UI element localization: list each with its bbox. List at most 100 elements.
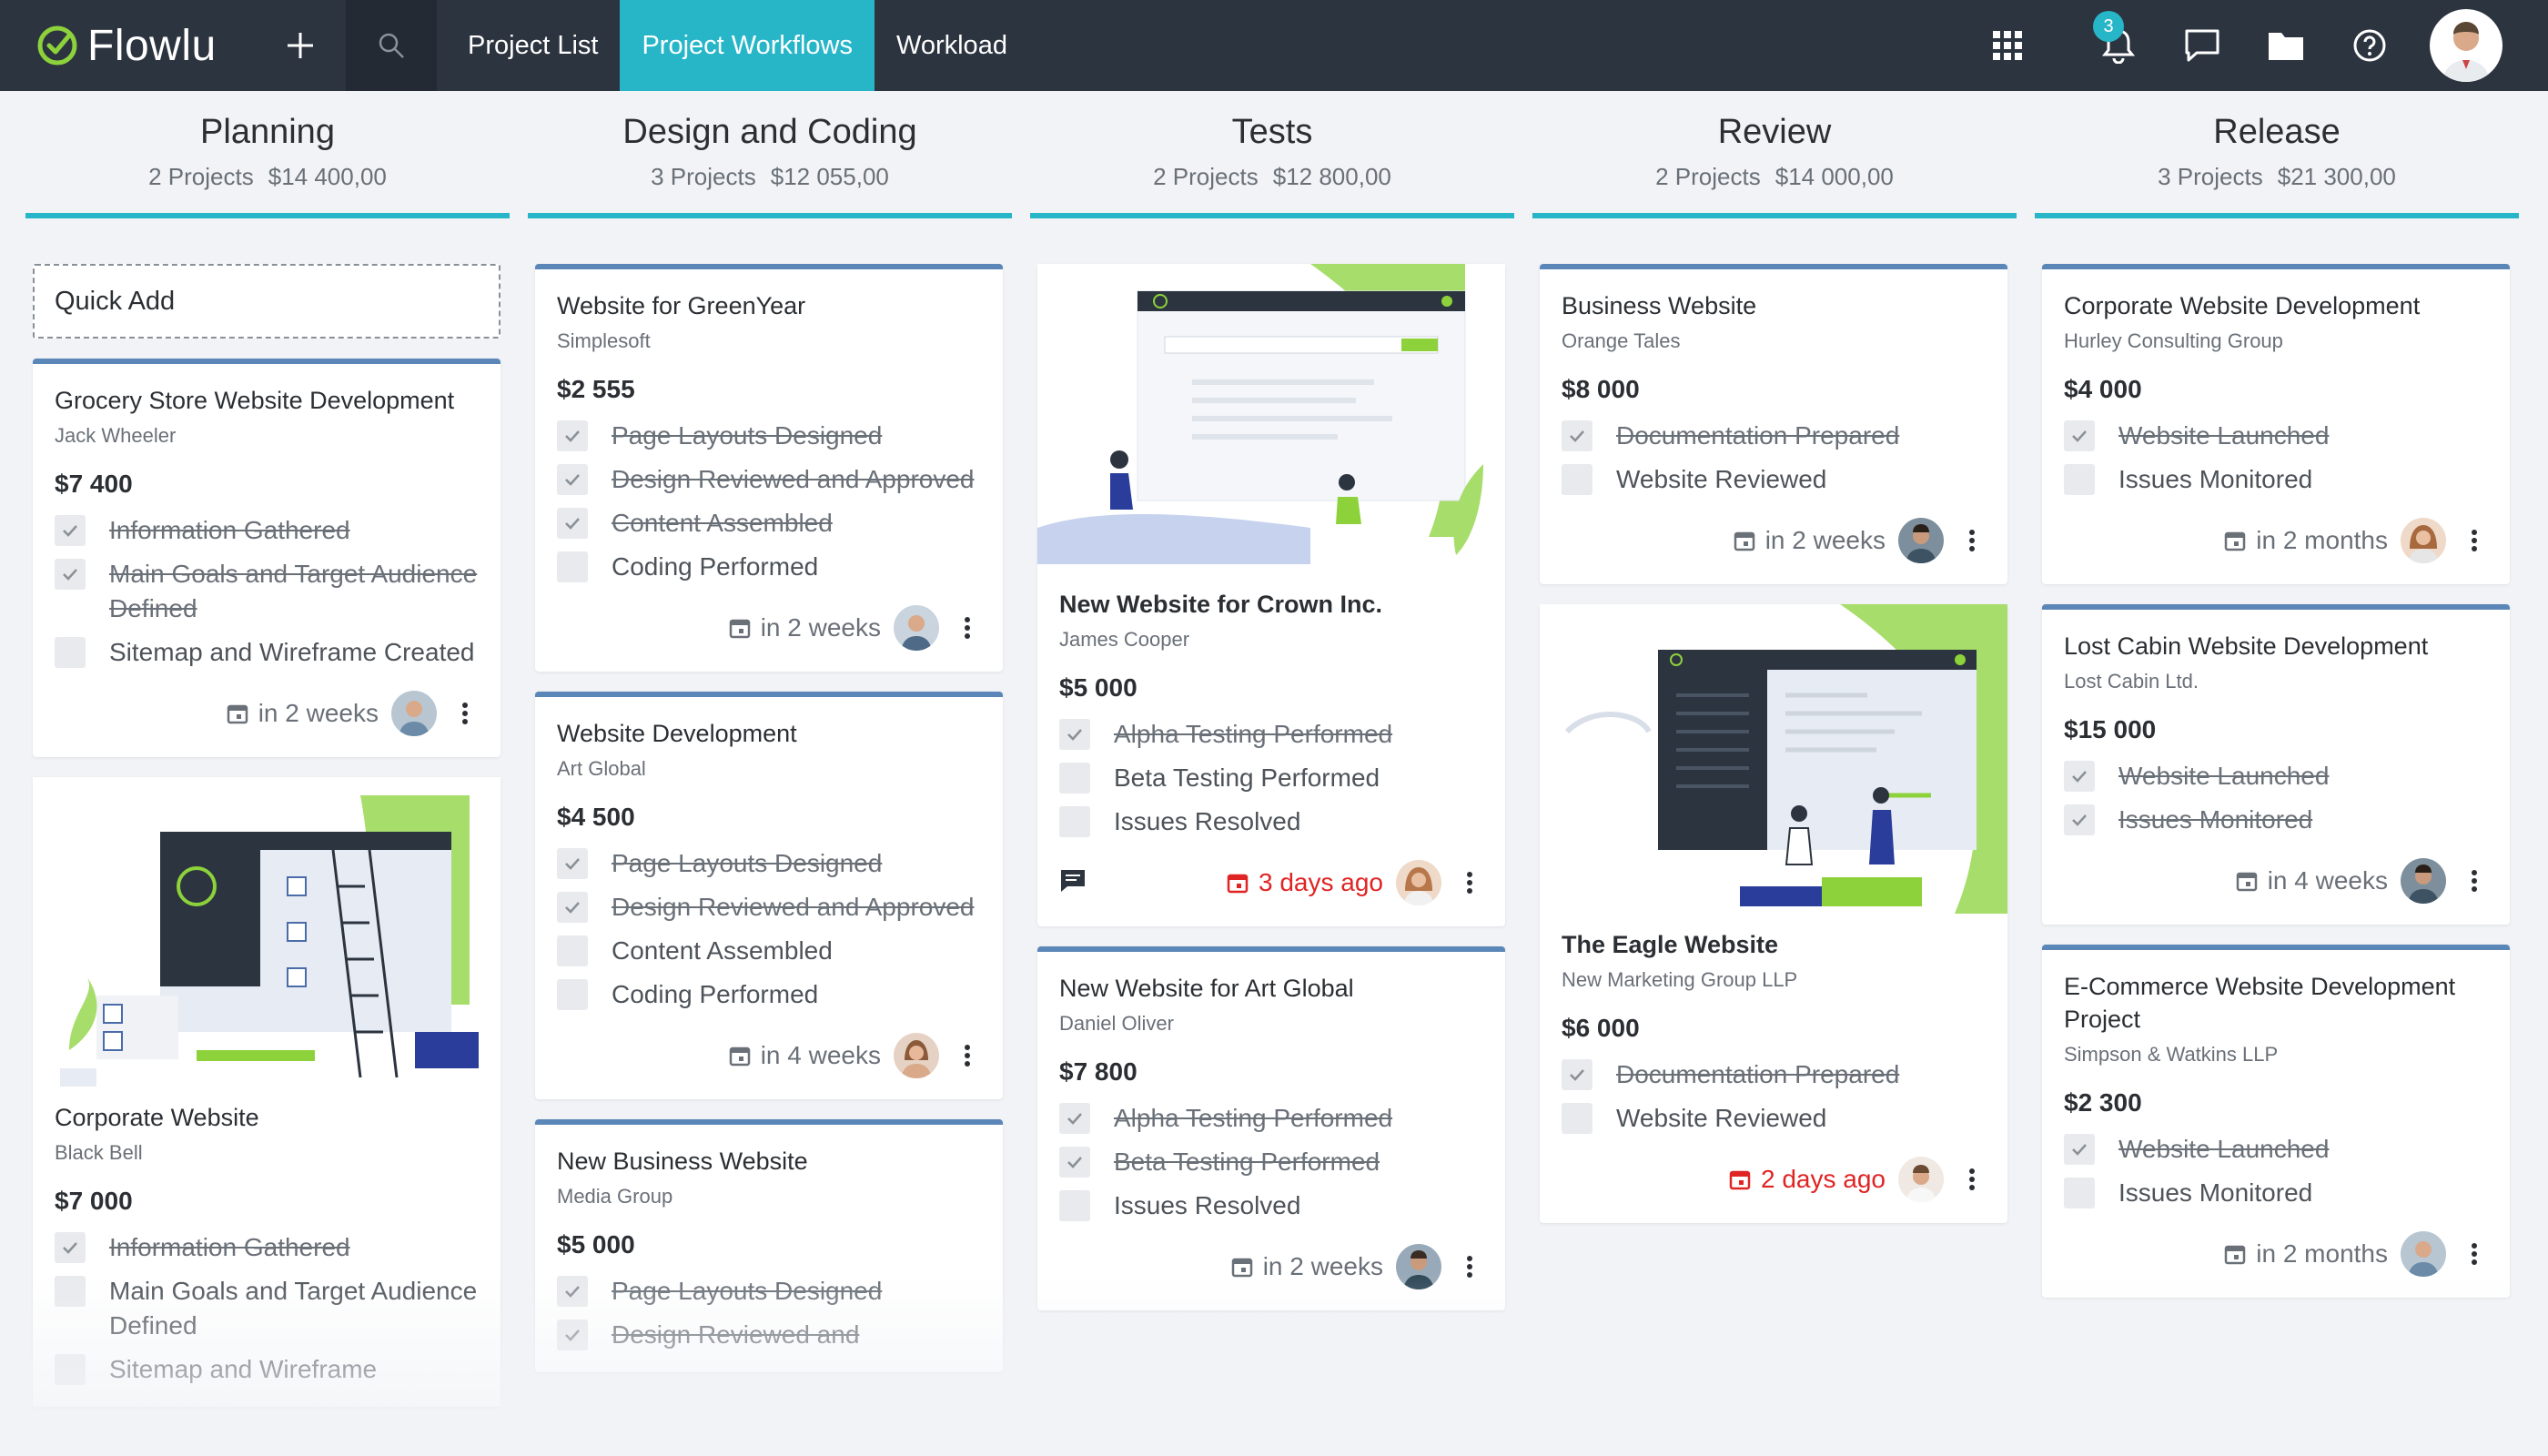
create-button[interactable]: [264, 0, 337, 91]
due-date: in 2 weeks: [1230, 1252, 1383, 1281]
task-checkbox[interactable]: [557, 979, 588, 1010]
task-checkbox[interactable]: [1059, 1190, 1090, 1221]
project-card[interactable]: Business Website Orange Tales $8 000 Doc…: [1540, 264, 2007, 584]
task-checkbox[interactable]: [55, 559, 86, 590]
task-checkbox[interactable]: [1562, 1103, 1592, 1134]
project-card[interactable]: The Eagle Website New Marketing Group LL…: [1540, 604, 2007, 1223]
assignee-avatar[interactable]: [1396, 860, 1441, 905]
assignee-avatar[interactable]: [391, 691, 437, 736]
task-checkbox[interactable]: [55, 1276, 86, 1307]
more-options-button[interactable]: [2461, 863, 2488, 899]
search-button[interactable]: [346, 0, 437, 91]
help-button[interactable]: [2328, 0, 2412, 91]
assignee-avatar[interactable]: [2401, 858, 2446, 904]
project-card[interactable]: Corporate Website Development Hurley Con…: [2042, 264, 2510, 584]
card-title[interactable]: Grocery Store Website Development: [55, 384, 479, 417]
task-checkbox[interactable]: [55, 637, 86, 668]
task-label: Website Launched: [2118, 1135, 2330, 1163]
task-checkbox[interactable]: [2064, 761, 2095, 792]
assignee-avatar[interactable]: [2401, 518, 2446, 563]
task-checkbox[interactable]: [557, 1276, 588, 1307]
messages-button[interactable]: [2160, 0, 2244, 91]
card-title[interactable]: E-Commerce Website Development Project: [2064, 970, 2488, 1036]
more-options-button[interactable]: [954, 1037, 981, 1074]
more-options-button[interactable]: [451, 695, 479, 732]
project-card[interactable]: Grocery Store Website Development Jack W…: [33, 359, 500, 757]
task-checkbox[interactable]: [1059, 806, 1090, 837]
assignee-avatar[interactable]: [2401, 1231, 2446, 1277]
task-checkbox[interactable]: [1562, 420, 1592, 451]
card-title[interactable]: Corporate Website: [55, 1101, 479, 1134]
tab-project-list[interactable]: Project List: [446, 0, 620, 91]
task-checkbox[interactable]: [557, 508, 588, 539]
card-title[interactable]: New Website for Crown Inc.: [1059, 588, 1483, 621]
project-card[interactable]: Website for GreenYear Simplesoft $2 555 …: [535, 264, 1003, 672]
card-title[interactable]: Corporate Website Development: [2064, 289, 2488, 322]
task-checkbox[interactable]: [557, 464, 588, 495]
assignee-avatar[interactable]: [894, 1033, 939, 1078]
assignee-avatar[interactable]: [894, 605, 939, 651]
task-checkbox[interactable]: [1562, 1059, 1592, 1090]
task-checkbox[interactable]: [2064, 1178, 2095, 1208]
more-options-button[interactable]: [2461, 522, 2488, 559]
task-checkbox[interactable]: [55, 515, 86, 546]
task-checkbox[interactable]: [1059, 1103, 1090, 1134]
task-checkbox[interactable]: [2064, 1134, 2095, 1165]
assignee-avatar[interactable]: [1898, 1157, 1944, 1202]
task-checkbox[interactable]: [2064, 420, 2095, 451]
more-options-button[interactable]: [1958, 1161, 1986, 1198]
task-checkbox[interactable]: [557, 420, 588, 451]
task-checkbox[interactable]: [557, 1320, 588, 1350]
assignee-avatar[interactable]: [1396, 1244, 1441, 1289]
project-card[interactable]: E-Commerce Website Development Project S…: [2042, 945, 2510, 1298]
project-card[interactable]: Website Development Art Global $4 500 Pa…: [535, 692, 1003, 1099]
files-button[interactable]: [2244, 0, 2328, 91]
card-title[interactable]: Business Website: [1562, 289, 1986, 322]
task-checkbox[interactable]: [1562, 464, 1592, 495]
task-checkbox[interactable]: [557, 935, 588, 966]
comment-button[interactable]: [1059, 868, 1087, 898]
task-checkbox[interactable]: [1059, 719, 1090, 750]
project-card[interactable]: New Website for Art Global Daniel Oliver…: [1037, 946, 1505, 1310]
task-label: Information Gathered: [109, 516, 350, 544]
apps-button[interactable]: [1966, 0, 2049, 91]
task-checkbox[interactable]: [1059, 1147, 1090, 1178]
task-checkbox[interactable]: [2064, 804, 2095, 835]
project-card[interactable]: New Business Website Media Group $5 000 …: [535, 1119, 1003, 1372]
task-label: Alpha Testing Performed: [1114, 720, 1393, 748]
project-card[interactable]: Corporate Website Black Bell $7 000 Info…: [33, 777, 500, 1407]
task-checkbox[interactable]: [55, 1354, 86, 1385]
app-logo[interactable]: Flowlu: [36, 21, 246, 71]
task-checkbox[interactable]: [557, 892, 588, 923]
more-vertical-icon: [965, 617, 970, 639]
more-options-button[interactable]: [1958, 522, 1986, 559]
card-title[interactable]: Website Development: [557, 717, 981, 750]
due-date: in 2 months: [2223, 526, 2388, 555]
task-item: Main Goals and Target Audience Defined: [55, 557, 479, 626]
card-title[interactable]: New Website for Art Global: [1059, 972, 1483, 1005]
user-avatar[interactable]: [2430, 9, 2502, 82]
card-amount: $7 400: [55, 470, 133, 498]
more-options-button[interactable]: [1456, 864, 1483, 901]
task-checkbox[interactable]: [557, 551, 588, 582]
tab-project-workflows[interactable]: Project Workflows: [620, 0, 875, 91]
avatar-icon: [2442, 22, 2490, 82]
tab-workload[interactable]: Workload: [875, 0, 1029, 91]
assignee-avatar[interactable]: [1898, 518, 1944, 563]
task-checkbox[interactable]: [557, 848, 588, 879]
card-title[interactable]: Website for GreenYear: [557, 289, 981, 322]
more-options-button[interactable]: [1456, 1249, 1483, 1285]
task-checkbox[interactable]: [55, 1232, 86, 1263]
notifications-button[interactable]: 3: [2077, 0, 2160, 91]
more-options-button[interactable]: [2461, 1236, 2488, 1272]
card-title[interactable]: New Business Website: [557, 1145, 981, 1178]
check-icon: [1067, 1113, 1082, 1125]
project-card[interactable]: New Website for Crown Inc. James Cooper …: [1037, 264, 1505, 926]
project-card[interactable]: Lost Cabin Website Development Lost Cabi…: [2042, 604, 2510, 925]
task-checkbox[interactable]: [1059, 763, 1090, 794]
task-checkbox[interactable]: [2064, 464, 2095, 495]
card-title[interactable]: Lost Cabin Website Development: [2064, 630, 2488, 662]
quick-add-button[interactable]: Quick Add: [33, 264, 500, 339]
card-title[interactable]: The Eagle Website: [1562, 928, 1986, 961]
more-options-button[interactable]: [954, 610, 981, 646]
